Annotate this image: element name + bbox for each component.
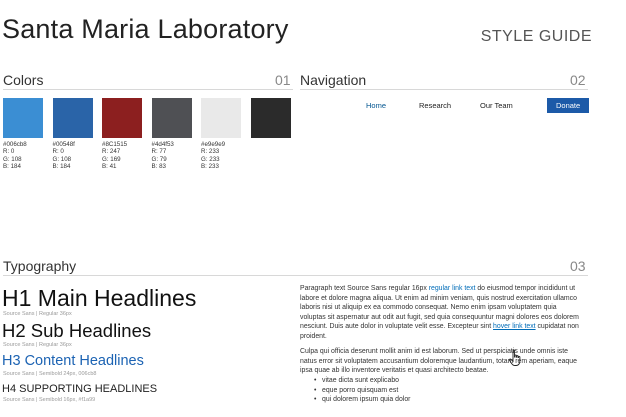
swatch-value-b: B: 41 <box>102 163 117 171</box>
h4-meta: Source Sans | Semibold 16px, #f1a99 <box>3 397 96 403</box>
swatch-value-g: G: 233 <box>201 155 220 163</box>
swatch-value-b: B: 184 <box>3 163 21 171</box>
navigation-divider <box>300 89 588 90</box>
h2-meta: Source Sans | Regular 36px <box>3 342 72 348</box>
color-swatch <box>52 98 93 138</box>
color-swatch <box>201 98 241 138</box>
nav-our-team-link[interactable]: Our Team <box>480 101 513 110</box>
page-title: Santa Maria Laboratory <box>2 14 289 44</box>
paragraph-sample: Paragraph text Source Sans regular 16px … <box>300 284 584 341</box>
typography-divider <box>3 275 588 276</box>
h2-sample: H2 Sub Headlines <box>2 320 152 341</box>
swatch-values: #8C1515 R: 247 G: 169 B: 41 <box>102 141 127 171</box>
swatch-value-g: G: 169 <box>102 155 121 163</box>
swatch-value-b: B: 83 <box>151 163 166 171</box>
swatch-value-g: G: 108 <box>52 155 72 163</box>
donate-button[interactable]: Donate <box>547 98 590 113</box>
swatch-values: #006cb8 R: 0 G: 108 B: 184 <box>3 141 27 171</box>
typography-section-title: Typography <box>3 258 77 274</box>
paragraph-2: Culpa qui officia deserunt mollit anim i… <box>300 348 577 374</box>
nav-home-link[interactable]: Home <box>366 101 386 110</box>
regular-link[interactable]: regular link text <box>429 285 476 292</box>
swatch-value-b: B: 233 <box>201 163 219 171</box>
swatch-value-hex: #4d4f53 <box>151 141 174 148</box>
swatch-value-r: R: 0 <box>52 148 64 156</box>
color-swatch <box>3 98 43 138</box>
swatch-values: #00548f R: 0 G: 108 B: 184 <box>53 141 75 171</box>
style-guide-label: STYLE GUIDE <box>480 28 592 45</box>
list-item: qui dolorem ipsum quia dolor <box>314 395 411 405</box>
swatch-value-hex: #8C1515 <box>102 141 128 148</box>
swatch-value-r: R: 247 <box>102 148 121 156</box>
swatch-value-hex: #006cb8 <box>3 141 27 148</box>
h3-sample: H3 Content Headlines <box>2 353 144 369</box>
swatch-value-g: G: 108 <box>3 155 22 163</box>
h4-sample: H4 SUPPORTING HEADLINES <box>2 383 158 395</box>
colors-divider <box>3 89 293 90</box>
paragraph-text: Paragraph text Source Sans regular 16px <box>300 285 429 292</box>
swatch-value-b: B: 184 <box>52 163 71 171</box>
nav-research-link[interactable]: Research <box>419 101 451 110</box>
h1-sample: H1 Main Headlines <box>2 285 197 311</box>
color-swatch <box>250 98 291 138</box>
colors-section-title: Colors <box>3 72 44 88</box>
colors-section-number: 01 <box>275 72 291 88</box>
swatch-value-g: G: 79 <box>151 155 167 163</box>
h1-meta: Source Sans | Regular 36px <box>3 311 72 317</box>
swatch-value-r: R: 77 <box>151 148 167 156</box>
swatch-values: #e9e9e9 R: 233 G: 233 B: 233 <box>201 141 225 171</box>
swatch-value-hex: #e9e9e9 <box>201 141 226 148</box>
list-item: eque porro quisquam est <box>314 386 410 396</box>
h3-meta: Source Sans | Semibold 24px, 006cb8 <box>3 371 97 377</box>
bullet-list: vitae dicta sunt explicabo eque porro qu… <box>300 376 411 405</box>
hover-link[interactable]: hover link text <box>493 323 536 330</box>
navigation-section-title: Navigation <box>300 72 367 88</box>
swatch-values: #4d4f53 R: 77 G: 79 B: 83 <box>152 141 174 171</box>
swatch-value-r: R: 233 <box>201 148 220 156</box>
swatch-value-r: R: 0 <box>3 148 15 156</box>
list-item: vitae dicta sunt explicabo <box>314 376 410 386</box>
navigation-section-number: 02 <box>570 72 586 88</box>
color-swatch <box>151 98 192 138</box>
color-swatch <box>102 98 142 138</box>
swatch-value-hex: #00548f <box>52 141 75 148</box>
typography-section-number: 03 <box>570 258 586 274</box>
